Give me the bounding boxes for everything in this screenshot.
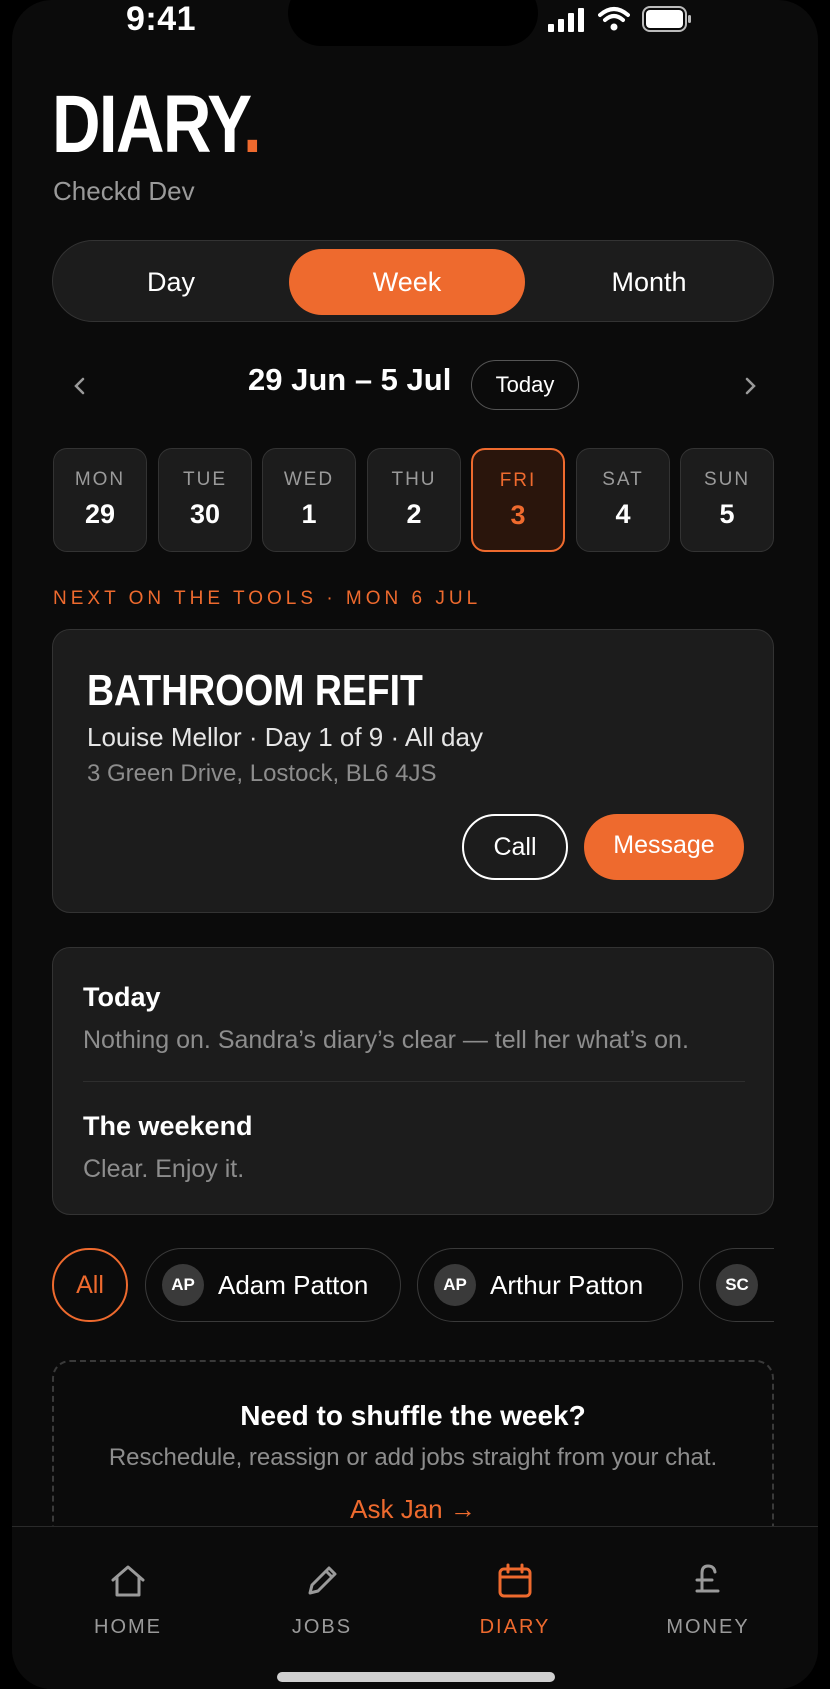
team-filter: All AP Adam Patton AP Arthur Patton SC [52, 1248, 774, 1324]
day-name: TUE [183, 469, 227, 490]
ask-link[interactable]: Ask Jan → [54, 1494, 772, 1525]
day-name: SAT [602, 469, 644, 490]
battery-icon [642, 6, 692, 37]
day-name: THU [391, 469, 437, 490]
call-button[interactable]: Call [462, 814, 568, 880]
wifi-icon [598, 6, 630, 37]
tab-month[interactable]: Month [531, 249, 767, 315]
tab-money[interactable]: MONEY [638, 1561, 778, 1639]
pencil-icon [252, 1561, 392, 1606]
day-date: 30 [189, 499, 221, 529]
view-toggle: Day Week Month [52, 240, 774, 322]
chip-name: Adam Patton [218, 1269, 369, 1300]
day-date: 4 [615, 499, 631, 529]
home-icon [58, 1561, 198, 1606]
calendar-icon [445, 1561, 585, 1606]
avatar: AP [162, 1264, 204, 1306]
home-indicator[interactable] [277, 1672, 555, 1682]
week-range: 29 Jun – 5 Jul [248, 362, 452, 397]
day-tue[interactable]: TUE 30 [158, 448, 252, 552]
page-title: DIARY. [52, 79, 262, 170]
day-sun[interactable]: SUN 5 [680, 448, 774, 552]
today-heading: Today [83, 982, 161, 1012]
tab-bar: HOME JOBS DIARY MONEY [12, 1526, 818, 1689]
day-name: MON [74, 469, 126, 490]
day-fri[interactable]: FRI 3 [471, 448, 565, 552]
job-meta: Louise Mellor · Day 1 of 9 · All day [87, 722, 483, 752]
ask-text: Reschedule, reassign or add jobs straigh… [108, 1444, 718, 1471]
divider [83, 1081, 745, 1082]
day-name: SUN [703, 469, 751, 490]
signal-icon [548, 8, 584, 37]
next-job-label: NEXT ON THE TOOLS · MON 6 JUL [53, 588, 482, 609]
status-time: 9:41 [126, 0, 197, 38]
day-thu[interactable]: THU 2 [367, 448, 461, 552]
avatar: SC [716, 1264, 758, 1306]
day-date: 1 [301, 499, 317, 529]
filter-chip[interactable]: AP Adam Patton [145, 1248, 401, 1322]
tab-label: HOME [94, 1616, 162, 1638]
day-name: WED [283, 469, 335, 490]
tab-diary[interactable]: DIARY [445, 1561, 585, 1639]
tab-label: MONEY [666, 1616, 750, 1638]
today-text: Nothing on. Sandra’s diary’s clear — tel… [83, 1026, 689, 1054]
filter-chip[interactable]: SC [699, 1248, 774, 1322]
day-date: 2 [406, 499, 422, 529]
day-sat[interactable]: SAT 4 [576, 448, 670, 552]
day-date: 29 [84, 499, 116, 529]
day-date: 5 [719, 499, 735, 529]
day-name: FRI [499, 470, 537, 491]
app-screen: 9:41 DIARY. Checkd Dev Day Week Month 29… [12, 0, 818, 1689]
tab-week[interactable]: Week [289, 249, 525, 315]
job-title: BATHROOM REFIT [87, 666, 423, 715]
tab-label: JOBS [291, 1616, 353, 1638]
day-date: 3 [510, 500, 526, 530]
day-mon[interactable]: MON 29 [53, 448, 147, 552]
weekend-text: Clear. Enjoy it. [83, 1155, 245, 1183]
avatar: AP [434, 1264, 476, 1306]
tab-home[interactable]: HOME [58, 1561, 198, 1639]
tab-label: DIARY [479, 1616, 551, 1638]
tab-day[interactable]: Day [53, 249, 289, 315]
chip-name: Arthur Patton [490, 1269, 644, 1300]
pound-icon [638, 1561, 778, 1606]
chevron-left-icon[interactable] [72, 374, 88, 403]
job-address: 3 Green Drive, Lostock, BL6 4JS [87, 760, 437, 787]
weekend-heading: The weekend [83, 1111, 253, 1141]
business-name: Checkd Dev [53, 176, 195, 206]
day-wed[interactable]: WED 1 [262, 448, 356, 552]
filter-all[interactable]: All [52, 1248, 128, 1322]
chevron-right-icon[interactable] [742, 374, 758, 403]
filter-chip[interactable]: AP Arthur Patton [417, 1248, 683, 1322]
tab-jobs[interactable]: JOBS [252, 1561, 392, 1639]
dynamic-island [288, 0, 538, 46]
summary-card: Today Nothing on. Sandra’s diary’s clear… [52, 947, 774, 1215]
ask-heading: Need to shuffle the week? [240, 1400, 586, 1431]
job-card[interactable]: BATHROOM REFIT Louise Mellor · Day 1 of … [52, 629, 774, 913]
today-button[interactable]: Today [471, 360, 579, 410]
message-button[interactable]: Message [584, 814, 744, 880]
